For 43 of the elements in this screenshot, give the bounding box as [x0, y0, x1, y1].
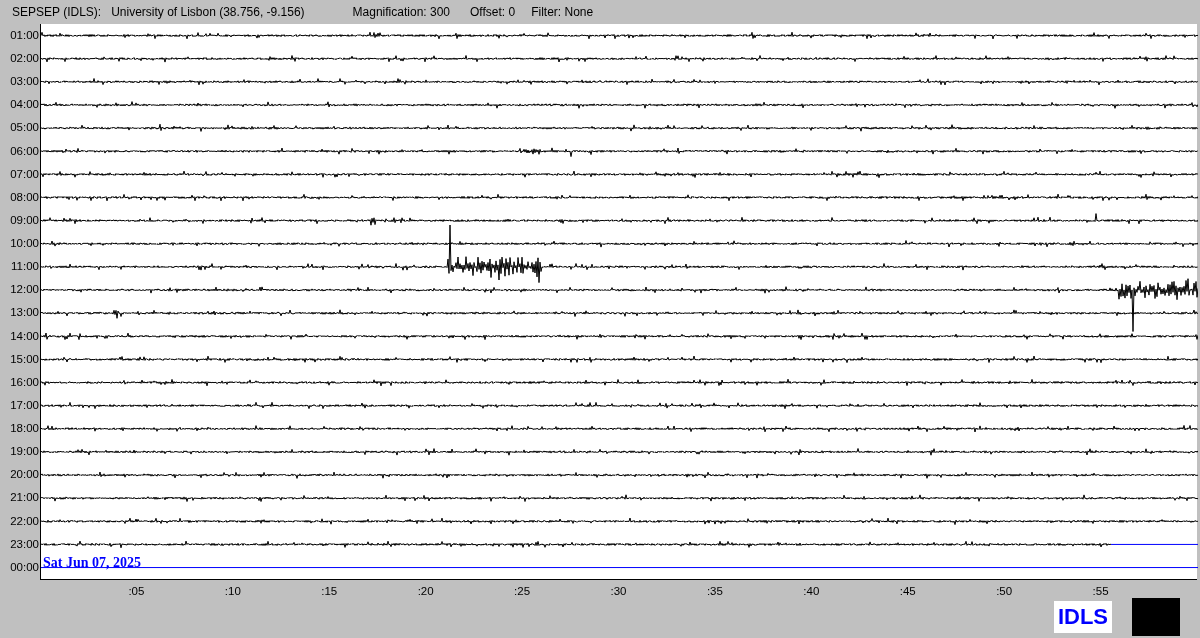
hour-label: 06:00	[10, 143, 40, 159]
hour-label: 15:00	[10, 351, 40, 367]
hour-label: 16:00	[10, 374, 40, 390]
hour-label: 10:00	[10, 236, 40, 252]
hour-label: 05:00	[10, 120, 40, 136]
hour-label: 13:00	[10, 305, 40, 321]
hour-label: 19:00	[10, 444, 40, 460]
hour-label: 12:00	[10, 282, 40, 298]
minute-tick-label: :45	[899, 584, 916, 599]
date-label: Sat Jun 07, 2025	[43, 556, 142, 570]
hour-label: 18:00	[10, 421, 40, 437]
minute-tick-label: :55	[1092, 584, 1109, 599]
minute-tick-label: :25	[514, 584, 531, 599]
location-label: University of Lisbon (38.756, -9.156)	[111, 4, 305, 21]
minute-tick-label: :10	[224, 584, 241, 599]
hour-label: 04:00	[10, 97, 40, 113]
hour-label: 20:00	[10, 467, 40, 483]
station-code-label: IDLS	[1053, 601, 1112, 633]
hour-label: 03:00	[10, 74, 40, 90]
minute-tick-label: :35	[706, 584, 723, 599]
offset-label: Offset: 0	[470, 4, 516, 21]
hour-label: 14:00	[10, 328, 40, 344]
hour-label: 01:00	[10, 27, 40, 43]
minute-tick-label: :05	[128, 584, 145, 599]
hour-label: 00:00	[10, 559, 40, 575]
filter-label: Filter: None	[531, 4, 594, 21]
hour-label: 23:00	[10, 536, 40, 552]
minute-tick-label: :30	[610, 584, 627, 599]
hour-label: 21:00	[10, 490, 40, 506]
hour-label: 09:00	[10, 212, 40, 228]
station-label: SEPSEP (IDLS):	[12, 4, 102, 21]
minute-tick-label: :20	[417, 584, 434, 599]
magnification-label: Magnification: 300	[352, 4, 450, 21]
hour-label: 17:00	[10, 397, 40, 413]
hour-label: 02:00	[10, 51, 40, 67]
status-indicator	[1132, 598, 1180, 636]
minute-tick-label: :40	[803, 584, 820, 599]
minute-tick-label: :15	[321, 584, 338, 599]
hour-label: 11:00	[11, 259, 40, 275]
minute-tick-label: :50	[996, 584, 1013, 599]
hour-label: 08:00	[10, 189, 40, 205]
hour-label: 22:00	[10, 513, 40, 529]
hour-label: 07:00	[10, 166, 40, 182]
